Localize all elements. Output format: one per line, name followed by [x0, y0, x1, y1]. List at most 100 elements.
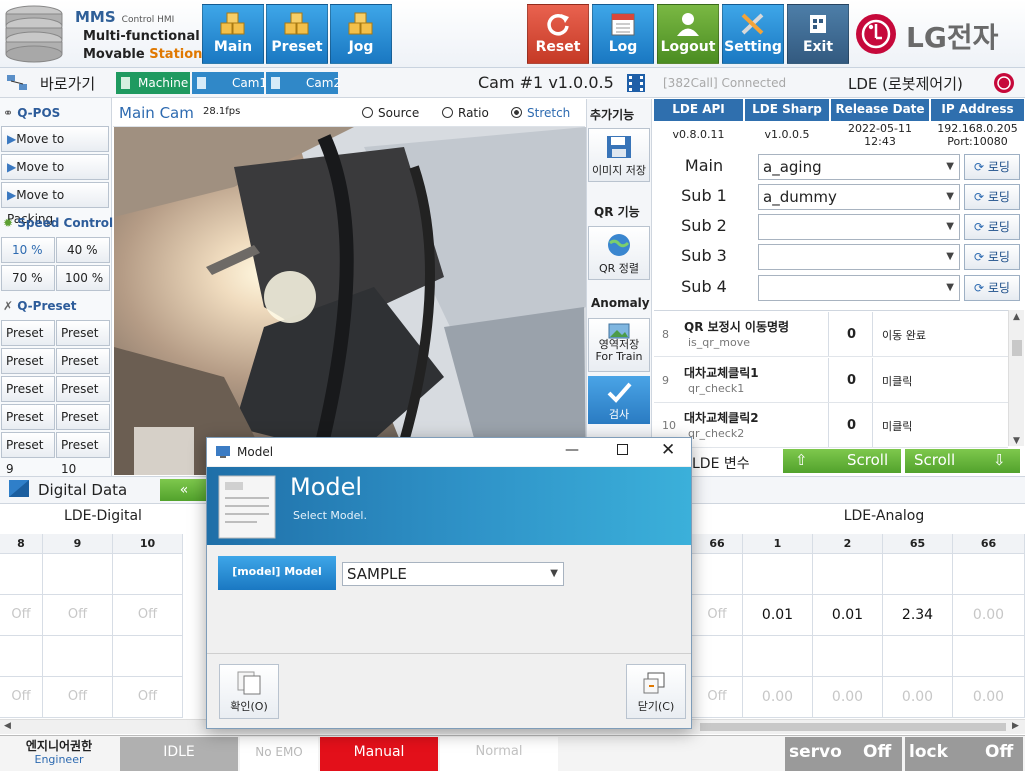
wrench-icon: ✗ — [3, 299, 14, 313]
scrollbar-thumb[interactable] — [1011, 340, 1022, 356]
qr-title: QR 기능 — [594, 205, 640, 219]
link-icon: ⚭ — [3, 106, 14, 120]
scroll-down-button[interactable]: Scroll ⇩ — [905, 449, 1020, 473]
header-lde-api: LDE API — [654, 99, 743, 121]
servo-toggle[interactable]: servo Off — [785, 737, 902, 771]
area-save-button[interactable]: 영역저장 For Train — [588, 318, 650, 372]
variable-row[interactable]: 8 QR 보정시 이동명령 is_qr_move 0 이동 완료 — [654, 312, 1008, 357]
dialog-close-button[interactable]: 닫기(C) — [626, 664, 686, 719]
setting-button[interactable]: Setting — [722, 4, 784, 64]
preset-9-button[interactable]: Preset 9 — [1, 432, 55, 476]
program-select[interactable]: ▼ — [758, 275, 960, 301]
digital-cell — [113, 554, 183, 595]
program-load-button[interactable]: ⟳ 로딩 — [964, 184, 1020, 210]
exit-button[interactable]: Exit — [787, 4, 849, 64]
speed-10-button[interactable]: 10 % — [1, 237, 55, 263]
move-home2-button[interactable]: ▶Move to Home2 — [1, 154, 109, 198]
variable-status: 미클릭 — [882, 420, 913, 433]
tools-icon — [741, 13, 764, 35]
radio-ratio[interactable]: Ratio — [442, 106, 489, 120]
qpreset-title: ✗ Q-Preset — [3, 299, 77, 313]
model-select[interactable]: SAMPLE ▼ — [342, 562, 564, 586]
digital-prev-button[interactable]: « — [160, 479, 208, 501]
inspect-button[interactable]: 검사 — [588, 376, 650, 424]
variable-row[interactable]: 10 대차교체클릭2 qr_check2 0 미클릭 — [654, 403, 1008, 448]
digital-cell: Off — [0, 595, 43, 636]
boxes-icon — [348, 12, 373, 35]
log-button[interactable]: Log — [592, 4, 654, 64]
copy-icon — [237, 671, 261, 695]
variable-scrollbar[interactable]: ▲ ▼ — [1008, 310, 1024, 446]
preset-1-button[interactable]: Preset 1 — [1, 320, 55, 364]
brand-line2: Multi-functional — [83, 29, 200, 44]
lde-variable-label: LDE 변수 — [692, 456, 750, 472]
tab-cam2[interactable]: Cam2 — [266, 72, 341, 94]
analog-value: 0.00 — [953, 677, 1025, 718]
document-icon — [218, 475, 276, 539]
digital-cell: Off — [0, 677, 43, 718]
speed-70-button[interactable]: 70 % — [1, 265, 55, 291]
normal-status: Normal — [440, 737, 558, 771]
preset-10-button[interactable]: Preset 10 — [56, 432, 110, 476]
main-button[interactable]: Main — [202, 4, 264, 64]
preset-6-button[interactable]: Preset 6 — [56, 376, 110, 420]
close-icon[interactable]: ✕ — [661, 440, 675, 460]
program-load-button[interactable]: ⟳ 로딩 — [964, 154, 1020, 180]
tab-cam1[interactable]: Cam1 — [192, 72, 267, 94]
lock-toggle[interactable]: lock Off — [905, 737, 1023, 771]
maximize-icon[interactable] — [617, 444, 628, 455]
variable-code: qr_check1 — [688, 382, 745, 395]
brand-title: MMS Control HMI — [75, 8, 175, 26]
move-packing-button[interactable]: ▶Move to Packing — [1, 182, 109, 226]
variable-row[interactable]: 9 대차교체클릭1 qr_check1 0 미클릭 — [654, 358, 1008, 403]
scroll-left-arrow-icon: ◀ — [4, 721, 11, 731]
preset-3-button[interactable]: Preset 3 — [1, 348, 55, 392]
preset-8-button[interactable]: Preset 8 — [56, 404, 110, 448]
preset-5-button[interactable]: Preset 5 — [1, 376, 55, 420]
qpos-title: ⚭ Q-POS — [3, 106, 61, 120]
dialog-ok-button[interactable]: 확인(O) — [219, 664, 279, 719]
radio-stretch[interactable]: Stretch — [511, 106, 570, 120]
boxes-icon — [284, 12, 309, 35]
save-image-button[interactable]: 이미지 저장 — [588, 128, 650, 182]
jog-button[interactable]: Jog — [330, 4, 392, 64]
program-load-button[interactable]: ⟳ 로딩 — [964, 214, 1020, 240]
variable-code: qr_check2 — [688, 427, 745, 440]
digital-cell — [692, 554, 743, 595]
reset-button[interactable]: Reset — [527, 4, 589, 64]
preset-2-button[interactable]: Preset 2 — [56, 320, 110, 364]
check-icon — [607, 382, 632, 403]
program-load-button[interactable]: ⟳ 로딩 — [964, 244, 1020, 270]
film-icon — [627, 74, 645, 92]
horizontal-scroll-thumb[interactable] — [700, 723, 1006, 731]
tab-machine[interactable]: Machine — [116, 72, 190, 94]
refresh-icon: ⟳ — [974, 281, 985, 295]
program-slot-label: Sub 1 — [681, 186, 727, 205]
model-dialog: Model — ✕ Model Select Model. [model] Mo… — [206, 437, 692, 729]
variable-code: is_qr_move — [688, 336, 751, 349]
speed-40-button[interactable]: 40 % — [56, 237, 110, 263]
minimize-icon[interactable]: — — [565, 442, 579, 458]
program-select[interactable]: a_dummy ▼ — [758, 184, 960, 210]
variable-status: 이동 완료 — [882, 329, 926, 342]
analog-cell — [743, 554, 813, 595]
speed-100-button[interactable]: 100 % — [56, 265, 110, 291]
scroll-up-button[interactable]: ⇧ Scroll — [783, 449, 901, 473]
lde-api-value: v0.8.0.11 — [672, 128, 725, 141]
program-select[interactable]: ▼ — [758, 244, 960, 270]
digital-data-title: Digital Data — [38, 481, 128, 499]
preset-7-button[interactable]: Preset 7 — [1, 404, 55, 448]
program-load-button[interactable]: ⟳ 로딩 — [964, 275, 1020, 301]
variable-title: QR 보정시 이동명령 — [684, 320, 790, 334]
logout-button[interactable]: Logout — [657, 4, 719, 64]
analog-col-header: 2 — [813, 534, 883, 554]
radio-source[interactable]: Source — [362, 106, 419, 120]
digital-cell — [0, 554, 43, 595]
digital-cell — [43, 636, 113, 677]
qr-align-button[interactable]: QR 정렬 — [588, 226, 650, 280]
preset-button[interactable]: Preset — [266, 4, 328, 64]
program-select[interactable]: ▼ — [758, 214, 960, 240]
preset-4-button[interactable]: Preset 4 — [56, 348, 110, 392]
move-home1-button[interactable]: ▶Move to Home1 — [1, 126, 109, 170]
program-select[interactable]: a_aging ▼ — [758, 154, 960, 180]
